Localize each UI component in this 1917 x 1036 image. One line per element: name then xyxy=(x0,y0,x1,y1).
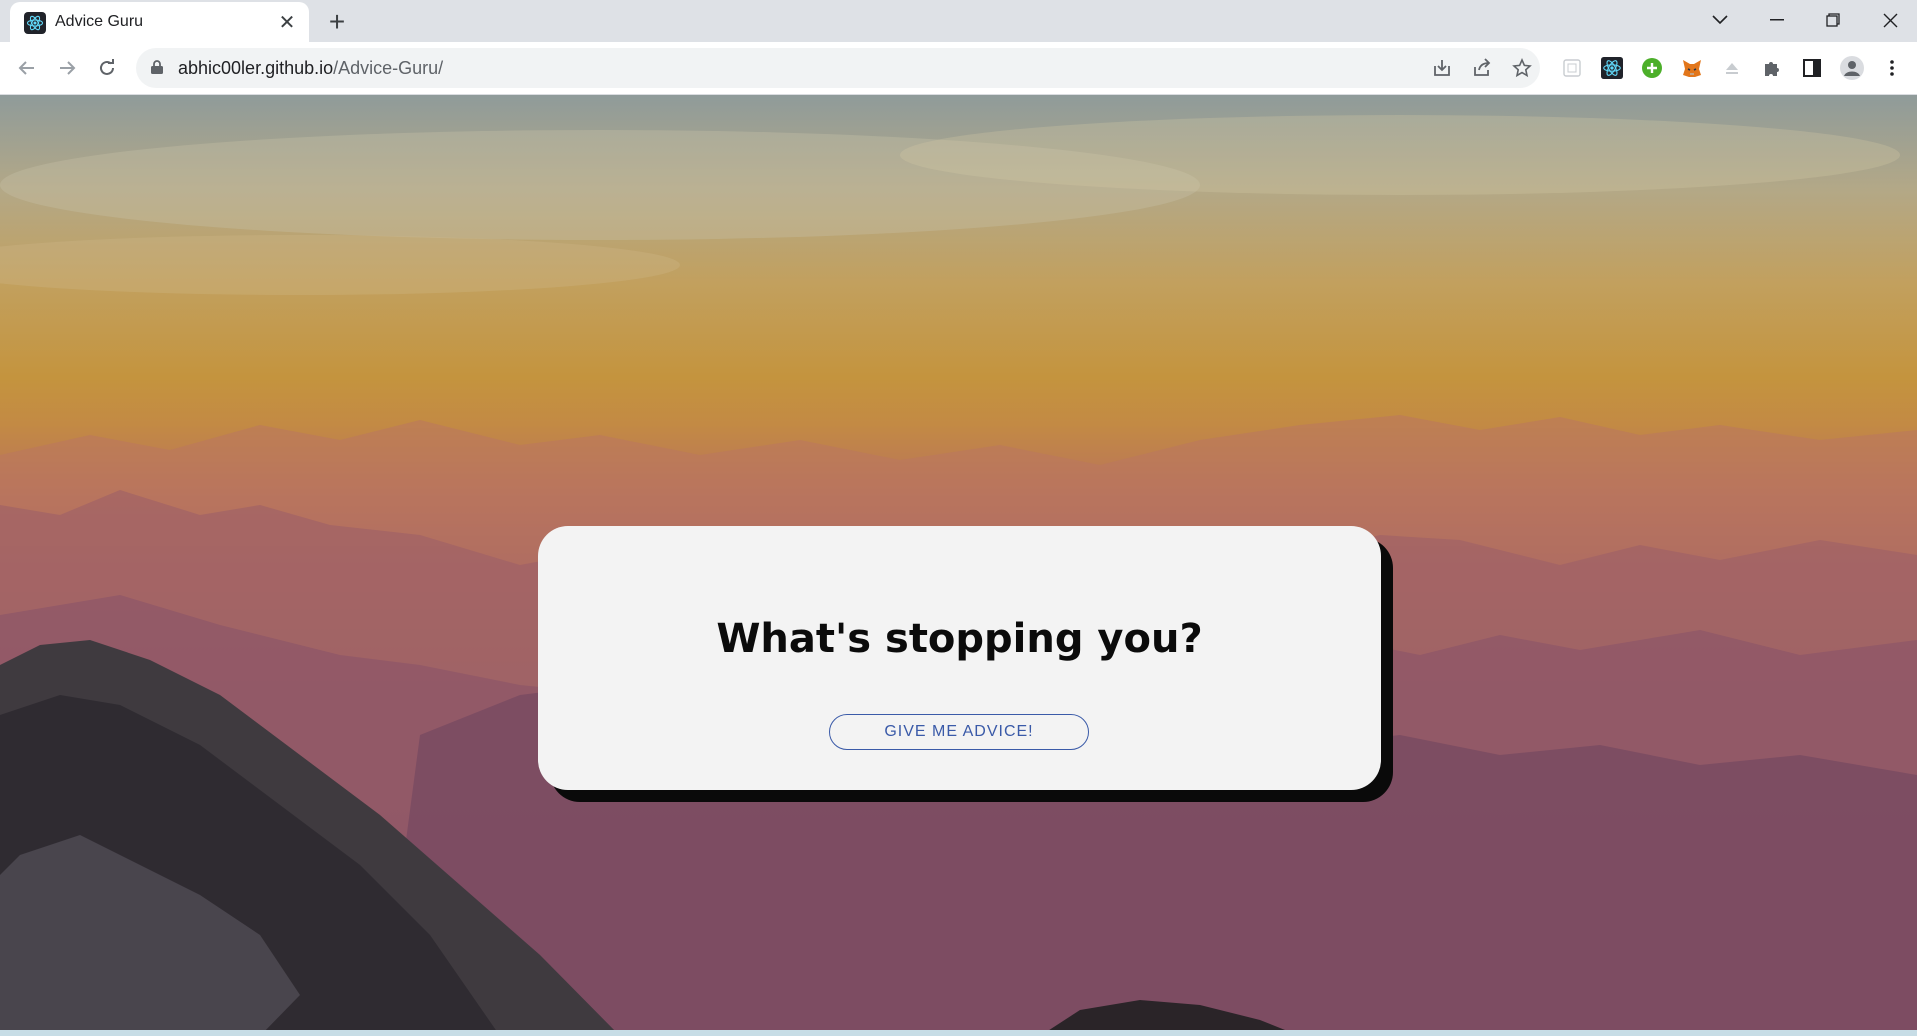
close-tab-icon[interactable]: ✕ xyxy=(275,10,299,34)
share-icon[interactable] xyxy=(1470,56,1494,80)
give-advice-button[interactable]: GIVE ME ADVICE! xyxy=(829,714,1089,750)
react-icon xyxy=(24,12,46,34)
extensions-puzzle-icon[interactable] xyxy=(1760,56,1784,80)
minimize-icon[interactable] xyxy=(1749,0,1805,40)
advice-heading: What's stopping you? xyxy=(716,616,1203,662)
profile-avatar-icon[interactable] xyxy=(1840,56,1864,80)
more-menu-icon[interactable] xyxy=(1880,56,1904,80)
tab-title: Advice Guru xyxy=(55,13,144,30)
metamask-fox-icon[interactable] xyxy=(1680,56,1704,80)
bookmark-star-icon[interactable] xyxy=(1510,56,1534,80)
install-icon[interactable] xyxy=(1430,56,1454,80)
plus-icon[interactable]: + xyxy=(323,8,351,36)
browser-tab[interactable]: Advice Guru ✕ xyxy=(10,2,309,42)
tab-search-icon[interactable] xyxy=(1692,0,1748,40)
bottom-edge-strip xyxy=(0,1030,1917,1036)
lock-icon[interactable] xyxy=(151,60,163,74)
close-icon[interactable] xyxy=(1862,0,1917,40)
back-icon[interactable] xyxy=(13,54,41,82)
extension-placeholder-icon[interactable] xyxy=(1560,56,1584,80)
page-viewport: What's stopping you? GIVE ME ADVICE! xyxy=(0,95,1917,1036)
tab-strip: Advice Guru ✕ + xyxy=(0,0,1917,42)
url-host: abhic00ler.github.io xyxy=(178,58,334,78)
restore-icon[interactable] xyxy=(1805,0,1861,40)
green-plus-extension-icon[interactable] xyxy=(1640,56,1664,80)
reload-icon[interactable] xyxy=(93,54,121,82)
browser-toolbar: abhic00ler.github.io/Advice-Guru/ xyxy=(0,42,1917,95)
side-panel-icon[interactable] xyxy=(1800,56,1824,80)
eject-icon[interactable] xyxy=(1720,56,1744,80)
url-text[interactable]: abhic00ler.github.io/Advice-Guru/ xyxy=(178,58,443,79)
advice-card: What's stopping you? GIVE ME ADVICE! xyxy=(538,526,1381,790)
react-devtools-icon[interactable] xyxy=(1600,56,1624,80)
forward-icon[interactable] xyxy=(53,54,81,82)
address-bar[interactable]: abhic00ler.github.io/Advice-Guru/ xyxy=(136,48,1540,88)
url-path: /Advice-Guru/ xyxy=(333,58,444,78)
